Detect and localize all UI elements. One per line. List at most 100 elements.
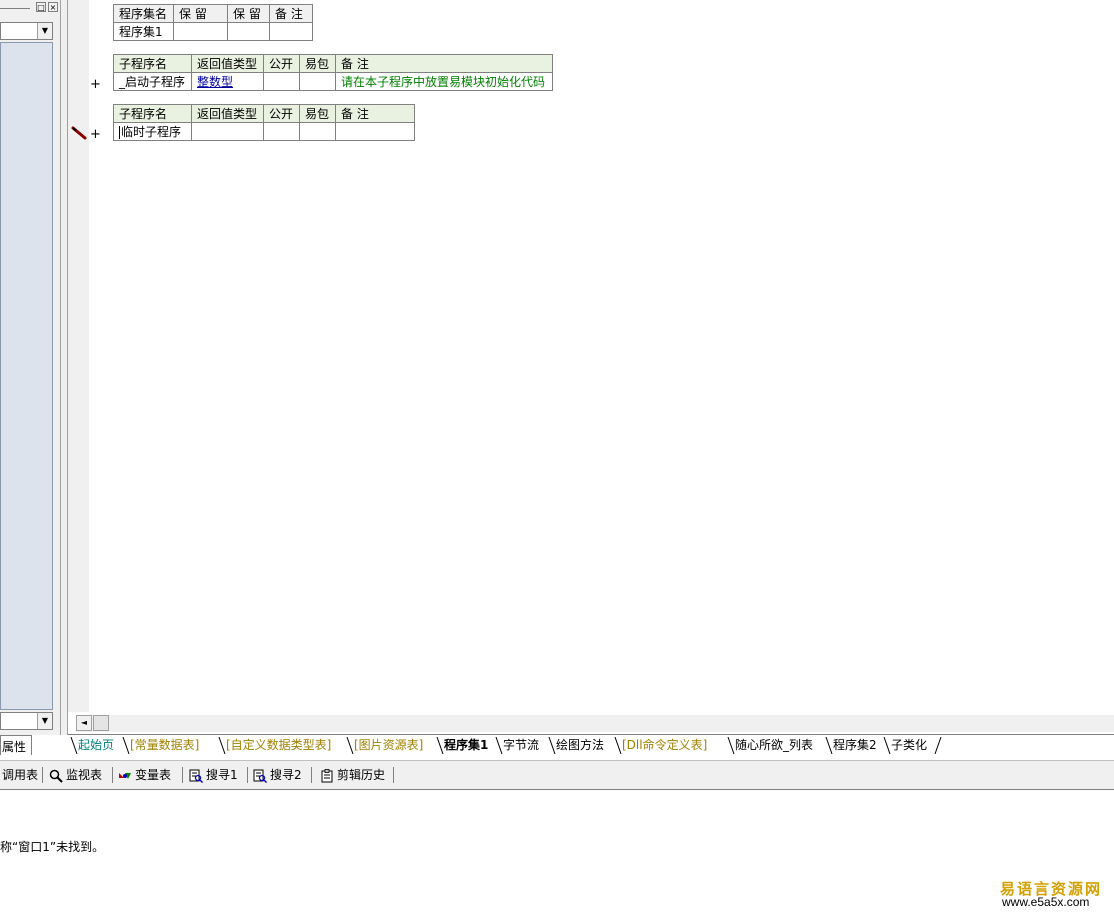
public-cell[interactable] [263, 72, 300, 91]
header-cell: 程序集名 [113, 4, 174, 23]
table-row[interactable]: 临时子程序 [113, 122, 415, 141]
return-type-cell[interactable]: 整数型 [191, 72, 264, 91]
toolbar-divider [112, 767, 113, 783]
editor-tab[interactable]: 随心所欲_列表 [735, 737, 813, 754]
magnifier-icon [49, 769, 63, 783]
editor-tab[interactable]: 绘图方法 [556, 737, 604, 754]
subroutine-table: 子程序名 返回值类型 公开 易包 备 注 _启动子程序 整数型 请在本子程序中放… [113, 54, 553, 91]
reserved-cell[interactable] [173, 22, 228, 41]
tab-separator [727, 737, 735, 754]
tab-properties[interactable]: 属性 [0, 735, 32, 755]
comment-cell[interactable] [269, 22, 313, 41]
editor-tab[interactable]: 字节流 [503, 737, 539, 754]
editor-tab[interactable]: 程序集1 [444, 737, 488, 754]
search1-button[interactable]: 搜寻1 [189, 766, 238, 784]
call-table-button[interactable]: 调用表 [2, 766, 38, 784]
watermark-url: www.e5a5x.com [1002, 895, 1090, 909]
scroll-left-icon[interactable]: ◄ [76, 715, 92, 731]
tab-separator [614, 737, 622, 754]
panel-splitter[interactable] [60, 0, 68, 735]
watch-table-button[interactable]: 监视表 [49, 766, 102, 784]
subroutine-name-cell[interactable]: _启动子程序 [113, 72, 192, 91]
chevron-down-icon[interactable]: ▼ [37, 23, 52, 39]
editor-tab[interactable]: 子类化 [891, 737, 927, 754]
search-document-icon [189, 769, 203, 783]
horizontal-scrollbar[interactable] [76, 715, 1114, 732]
table-header-row: 子程序名 返回值类型 公开 易包 备 注 [113, 54, 553, 73]
maximize-icon[interactable]: □ [36, 2, 46, 12]
toolbar-divider [247, 767, 248, 783]
subroutine-name-text: 临时子程序 [121, 125, 182, 139]
reserved-cell[interactable] [227, 22, 270, 41]
header-cell: 保 留 [227, 4, 270, 23]
return-type-cell[interactable] [191, 122, 264, 141]
tab-separator [122, 737, 130, 754]
left-panel-combo[interactable]: ▼ [0, 22, 53, 40]
search2-label: 搜寻2 [270, 768, 302, 782]
program-set-name-cell[interactable]: 程序集1 [113, 22, 174, 41]
expand-icon[interactable]: + [90, 78, 102, 92]
close-icon[interactable]: × [48, 2, 58, 12]
header-cell: 备 注 [269, 4, 313, 23]
subroutine-name-cell[interactable]: 临时子程序 [113, 122, 192, 141]
tab-separator [218, 737, 226, 754]
toolbar-divider [311, 767, 312, 783]
header-cell: 易包 [299, 104, 336, 123]
comment-cell[interactable]: 请在本子程序中放置易模块初始化代码 [335, 72, 553, 91]
header-cell: 保 留 [173, 4, 228, 23]
header-cell: 子程序名 [113, 104, 192, 123]
left-panel-bottom-combo[interactable]: ▼ [0, 712, 53, 730]
scrollbar-thumb[interactable] [93, 715, 109, 731]
tab-separator [436, 737, 444, 754]
editor-tab[interactable]: [常量数据表] [130, 737, 199, 754]
variable-table-label: 变量表 [135, 768, 172, 782]
editor-tab[interactable]: 起始页 [78, 737, 114, 754]
editor-tab[interactable]: [图片资源表] [354, 737, 423, 754]
expand-icon[interactable]: + [90, 128, 102, 142]
tab-separator [934, 737, 942, 754]
editor-tab[interactable]: [自定义数据类型表] [226, 737, 331, 754]
editor-gutter [68, 0, 89, 712]
variable-table-button[interactable]: 变量表 [118, 766, 171, 784]
tab-properties-label: 属性 [2, 740, 27, 754]
tab-separator [495, 737, 503, 754]
public-cell[interactable] [263, 122, 300, 141]
left-panel-title-line [0, 8, 30, 9]
toolbar-divider [182, 767, 183, 783]
clip-history-button[interactable]: 剪辑历史 [320, 766, 385, 784]
tab-separator [825, 737, 833, 754]
header-cell: 子程序名 [113, 54, 192, 73]
toolbar-divider [393, 767, 394, 783]
text-cursor [119, 126, 120, 139]
clipboard-icon [321, 768, 333, 782]
header-cell: 易包 [299, 54, 336, 73]
table-row[interactable]: 程序集1 [113, 22, 313, 41]
chevron-down-icon[interactable]: ▼ [37, 713, 52, 729]
search2-button[interactable]: 搜寻2 [253, 766, 302, 784]
header-cell: 返回值类型 [191, 104, 264, 123]
output-panel[interactable] [0, 790, 1114, 915]
table-row[interactable]: _启动子程序 整数型 请在本子程序中放置易模块初始化代码 [113, 72, 553, 91]
header-cell: 备 注 [335, 54, 553, 73]
search-document-icon [253, 769, 267, 783]
header-cell: 公开 [263, 54, 300, 73]
comment-cell[interactable] [335, 122, 415, 141]
editor-tab[interactable]: [Dll命令定义表] [622, 737, 707, 754]
variable-icon [119, 772, 131, 779]
program-set-table: 程序集名 保 留 保 留 备 注 程序集1 [113, 4, 313, 41]
subroutine-table: 子程序名 返回值类型 公开 易包 备 注 临时子程序 [113, 104, 415, 141]
table-header-row: 程序集名 保 留 保 留 备 注 [113, 4, 313, 23]
call-table-label: 调用表 [2, 768, 39, 782]
easy-package-cell[interactable] [299, 72, 336, 91]
tab-separator [70, 737, 78, 754]
header-cell: 返回值类型 [191, 54, 264, 73]
clip-history-label: 剪辑历史 [337, 768, 386, 782]
left-panel-tree[interactable] [0, 42, 53, 710]
tab-separator [883, 737, 891, 754]
table-header-row: 子程序名 返回值类型 公开 易包 备 注 [113, 104, 415, 123]
easy-package-cell[interactable] [299, 122, 336, 141]
tab-separator [346, 737, 354, 754]
tab-separator [548, 737, 556, 754]
pen-icon [71, 126, 87, 140]
editor-tab[interactable]: 程序集2 [833, 737, 877, 754]
